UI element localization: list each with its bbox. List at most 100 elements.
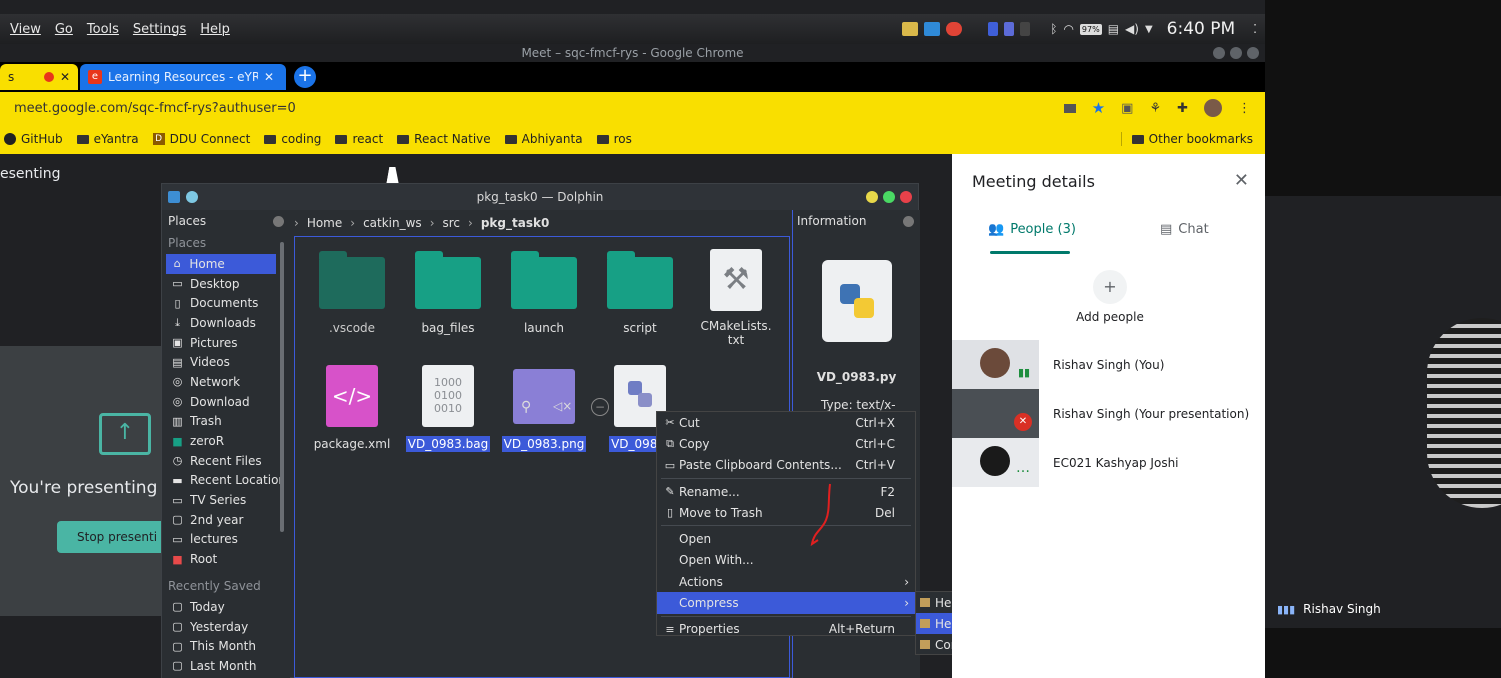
- participant-row[interactable]: ▮▮ Rishav Singh (You): [952, 340, 1265, 389]
- place-lectures[interactable]: ▭ lectures: [162, 530, 290, 550]
- avatar[interactable]: [1204, 99, 1222, 117]
- menu-item-paste-clipboard-contents[interactable]: ▭ Paste Clipboard Contents... Ctrl+V: [657, 455, 915, 476]
- place-videos[interactable]: ▤ Videos: [162, 352, 290, 372]
- close-icon[interactable]: [903, 215, 914, 227]
- place-network[interactable]: ◎ Network: [162, 372, 290, 392]
- puzzle-icon[interactable]: ✚: [1177, 101, 1188, 116]
- file-vd0983-bag[interactable]: 1000 0100 0010 VD_0983.bag: [403, 365, 493, 452]
- folder-vscode[interactable]: .vscode: [307, 251, 397, 335]
- battery-icon[interactable]: 97%: [1079, 23, 1102, 35]
- bookmark-ddu-connect[interactable]: D DDU Connect: [152, 132, 250, 146]
- place-2nd-year[interactable]: ▢ 2nd year: [162, 510, 290, 530]
- recent-yesterday[interactable]: ▢ Yesterday: [162, 617, 290, 637]
- breadcrumb-catkin-ws[interactable]: catkin_ws: [363, 216, 422, 230]
- camera-icon[interactable]: [1063, 103, 1076, 113]
- menu-view[interactable]: View: [10, 22, 41, 37]
- place-home[interactable]: ⌂ Home: [166, 254, 276, 274]
- bookmark-eyantra[interactable]: eYantra: [76, 132, 139, 146]
- menu-settings[interactable]: Settings: [133, 22, 186, 37]
- dolphin-menu-icon[interactable]: [168, 191, 180, 203]
- extension-icon[interactable]: ⚘: [1149, 101, 1161, 116]
- places-scrollbar[interactable]: [280, 242, 284, 532]
- folder-launch[interactable]: launch: [499, 251, 589, 335]
- file-cmakelists[interactable]: ⚒ CMakeLists. txt: [691, 249, 781, 347]
- chevron-down-icon[interactable]: ▼: [1145, 24, 1153, 35]
- file-vd0983-png[interactable]: ⚲ ◁× VD_0983.png: [499, 365, 589, 452]
- bookmark-react[interactable]: react: [335, 132, 383, 146]
- breadcrumb-pkg-task0[interactable]: pkg_task0: [481, 216, 549, 230]
- menu-item-properties[interactable]: ≡ Properties Alt+Return: [657, 619, 915, 640]
- workspace-1-icon[interactable]: [988, 22, 999, 36]
- place-recent-locations[interactable]: ▬ Recent Locations: [162, 471, 290, 491]
- menu-item-copy[interactable]: ⧉ Copy Ctrl+C: [657, 433, 915, 454]
- close-button[interactable]: [1247, 47, 1259, 59]
- place-trash[interactable]: ▥ Trash: [162, 412, 290, 432]
- screenshot-icon[interactable]: ▣: [1121, 101, 1133, 116]
- files-icon[interactable]: [924, 22, 941, 36]
- volume-icon[interactable]: ◀): [1125, 22, 1139, 36]
- workspace-3-icon[interactable]: [1020, 22, 1031, 36]
- menu-item-rename[interactable]: ✎ Rename... F2: [657, 481, 915, 502]
- file-package-xml[interactable]: </> package.xml: [307, 365, 397, 451]
- chrome-icon[interactable]: [946, 22, 963, 36]
- participant-row[interactable]: … EC021 Kashyap Joshi: [952, 438, 1265, 487]
- bookmark-github[interactable]: GitHub: [4, 132, 63, 146]
- stop-presenting-button[interactable]: Stop presenti: [57, 521, 162, 553]
- dolphin-pin-icon[interactable]: [186, 191, 198, 203]
- tab-people[interactable]: 👥 People (3): [988, 222, 1076, 237]
- folder-script[interactable]: script: [595, 251, 685, 335]
- place-tv-series[interactable]: ▭ TV Series: [162, 490, 290, 510]
- bookmark-react-native[interactable]: React Native: [397, 132, 491, 146]
- other-bookmarks[interactable]: Other bookmarks: [1120, 132, 1253, 146]
- menu-item-open-with[interactable]: Open With...: [657, 550, 915, 571]
- recent-last-month[interactable]: ▢ Last Month: [162, 656, 290, 676]
- place-recent-files[interactable]: ◷ Recent Files: [162, 451, 290, 471]
- menu-item-compress[interactable]: Compress ›: [657, 592, 915, 614]
- place-downloads[interactable]: ⤓ Downloads: [162, 313, 290, 333]
- tab-learning-resources[interactable]: e Learning Resources - eYRC 2 ✕: [80, 64, 286, 90]
- place-pictures[interactable]: ▣ Pictures: [162, 333, 290, 353]
- add-people-button[interactable]: + Add people: [1062, 270, 1158, 324]
- pin-icon[interactable]: ⚲: [521, 399, 531, 415]
- breadcrumb-home[interactable]: Home: [307, 216, 342, 230]
- close-button[interactable]: [900, 191, 912, 203]
- bookmark-coding[interactable]: coding: [264, 132, 321, 146]
- minimize-button[interactable]: [1213, 47, 1225, 59]
- participant-row[interactable]: ✕ Rishav Singh (Your presentation): [952, 389, 1265, 438]
- close-icon[interactable]: ✕: [264, 70, 274, 84]
- recent-this-month[interactable]: ▢ This Month: [162, 636, 290, 656]
- place-download[interactable]: ◎ Download: [162, 392, 290, 412]
- menu-item-actions[interactable]: Actions ›: [657, 571, 915, 592]
- minimize-button[interactable]: [866, 191, 878, 203]
- place-documents[interactable]: ▯ Documents: [162, 293, 290, 313]
- maximize-button[interactable]: [1230, 47, 1242, 59]
- menu-item-move-to-trash[interactable]: ▯ Move to Trash Del: [657, 502, 915, 523]
- slack-icon[interactable]: [902, 22, 919, 36]
- url-text[interactable]: meet.google.com/sqc-fmcf-rys?authuser=0: [14, 101, 296, 116]
- star-icon[interactable]: ★: [1092, 99, 1105, 117]
- maximize-button[interactable]: [883, 191, 895, 203]
- place-zeror[interactable]: ■ zeroR: [162, 431, 290, 451]
- remove-icon[interactable]: −: [591, 398, 609, 416]
- close-icon[interactable]: ✕: [60, 70, 70, 84]
- address-bar[interactable]: meet.google.com/sqc-fmcf-rys?authuser=0 …: [0, 92, 1265, 124]
- recent-today[interactable]: ▢ Today: [162, 597, 290, 617]
- more-icon[interactable]: ⁚: [1253, 22, 1257, 36]
- new-tab-button[interactable]: +: [294, 66, 316, 88]
- more-icon[interactable]: ⋮: [1238, 101, 1251, 116]
- menu-item-open[interactable]: Open: [657, 528, 915, 549]
- bluetooth-icon[interactable]: ᛒ: [1050, 22, 1057, 36]
- breadcrumb-src[interactable]: src: [443, 216, 461, 230]
- close-icon[interactable]: ✕: [1234, 170, 1249, 191]
- bookmark-ros[interactable]: ros: [596, 132, 632, 146]
- wifi-icon[interactable]: ◠: [1063, 22, 1073, 36]
- menu-item-cut[interactable]: ✂ Cut Ctrl+X: [657, 412, 915, 433]
- workspace-2-icon[interactable]: [1004, 22, 1015, 36]
- folder-bag-files[interactable]: bag_files: [403, 251, 493, 335]
- place-root[interactable]: ■ Root: [162, 549, 290, 569]
- close-icon[interactable]: [273, 215, 284, 227]
- tab-meet[interactable]: s ✕: [0, 64, 78, 90]
- menu-help[interactable]: Help: [200, 22, 230, 37]
- tab-chat[interactable]: ▤ Chat: [1160, 222, 1209, 237]
- notes-icon[interactable]: ▤: [1108, 22, 1119, 36]
